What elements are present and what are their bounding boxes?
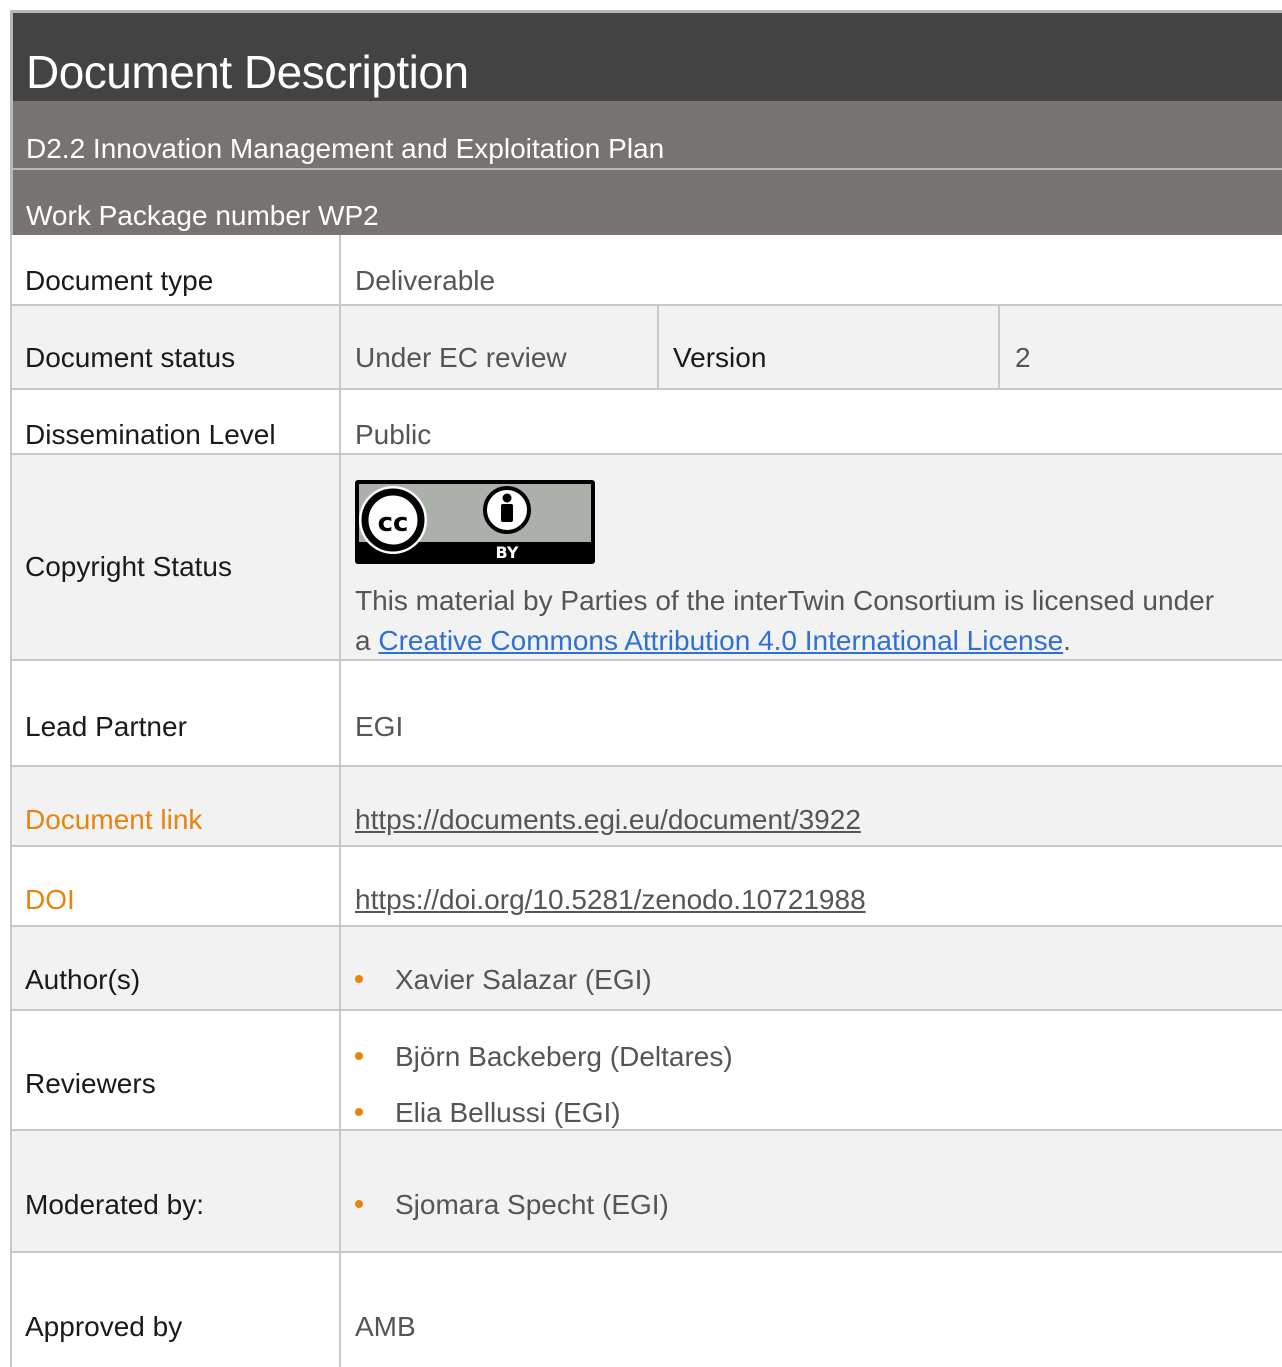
lead-partner-label: Lead Partner xyxy=(25,711,187,742)
document-type-label: Document type xyxy=(25,265,214,296)
cc-by-license-badge[interactable]: cc BY xyxy=(355,480,595,564)
dissemination-label: Dissemination Level xyxy=(25,419,276,450)
row-lead-partner: Lead Partner EGI xyxy=(10,661,1282,767)
row-authors: Author(s) Xavier Salazar (EGI) xyxy=(10,927,1282,1011)
license-period: . xyxy=(1063,625,1071,656)
document-link-label: Document link xyxy=(25,804,203,835)
row-moderated-by: Moderated by: Sjomara Specht (EGI) xyxy=(10,1131,1282,1253)
moderated-label: Moderated by: xyxy=(25,1189,204,1220)
version-label: Version xyxy=(673,342,767,373)
copyright-text: This material by Parties of the interTwi… xyxy=(355,581,1282,661)
author-item: Xavier Salazar (EGI) xyxy=(355,964,652,996)
dissemination-value: Public xyxy=(355,419,432,450)
page-title: Document Description xyxy=(26,46,469,98)
svg-text:cc: cc xyxy=(378,508,409,538)
license-sentence: This material by Parties of the interTwi… xyxy=(355,585,1215,616)
document-status-value: Under EC review xyxy=(355,342,567,373)
document-type-value: Deliverable xyxy=(355,265,496,296)
document-link-url[interactable]: https://documents.egi.eu/document/3922 xyxy=(355,804,861,836)
table-left-border xyxy=(10,235,12,1367)
author-name: Xavier Salazar (EGI) xyxy=(395,964,652,995)
version-value: 2 xyxy=(1015,342,1031,373)
doi-label: DOI xyxy=(25,884,75,915)
bullet-icon xyxy=(355,1051,363,1060)
document-description: Document Description D2.2 Innovation Man… xyxy=(10,10,1282,1367)
bullet-icon xyxy=(355,1107,363,1116)
cell-divider xyxy=(998,306,1000,390)
row-document-link: Document link https://documents.egi.eu/d… xyxy=(10,767,1282,847)
reviewer-name: Elia Bellussi (EGI) xyxy=(395,1097,621,1128)
moderator-name: Sjomara Specht (EGI) xyxy=(395,1189,669,1220)
work-package-bar: Work Package number WP2 xyxy=(10,168,1282,235)
document-status-label: Document status xyxy=(25,342,236,373)
copyright-label: Copyright Status xyxy=(25,551,232,582)
reviewers-label: Reviewers xyxy=(25,1068,156,1099)
bullet-icon xyxy=(355,1199,363,1208)
title-bar: Document Description xyxy=(10,10,1282,101)
cc-badge-text: BY xyxy=(496,543,519,562)
row-copyright-status: Copyright Status This material by Partie… xyxy=(10,455,1282,661)
cell-divider xyxy=(657,306,659,390)
reviewer-item: Elia Bellussi (EGI) xyxy=(355,1097,621,1129)
row-reviewers: Reviewers Björn Backeberg (Deltares) Eli… xyxy=(10,1011,1282,1131)
lead-partner-value: EGI xyxy=(355,711,404,742)
bullet-icon xyxy=(355,974,363,983)
cc-by-logo-icon: cc BY xyxy=(357,482,593,562)
row-document-status: Document status Under EC review Version … xyxy=(10,306,1282,390)
authors-label: Author(s) xyxy=(25,964,141,995)
deliverable-title: D2.2 Innovation Management and Exploitat… xyxy=(26,133,665,164)
row-doi: DOI https://doi.org/10.5281/zenodo.10721… xyxy=(10,847,1282,927)
deliverable-bar: D2.2 Innovation Management and Exploitat… xyxy=(10,101,1282,168)
cc-license-link[interactable]: Creative Commons Attribution 4.0 Interna… xyxy=(378,625,1063,656)
work-package-label: Work Package number WP2 xyxy=(26,200,379,231)
reviewer-item: Björn Backeberg (Deltares) xyxy=(355,1041,733,1073)
row-dissemination-level: Dissemination Level Public xyxy=(10,390,1282,455)
row-approved-by: Approved by AMB xyxy=(10,1253,1282,1367)
row-document-type: Document type Deliverable xyxy=(10,235,1282,306)
approved-value: AMB xyxy=(355,1311,416,1342)
reviewer-name: Björn Backeberg (Deltares) xyxy=(395,1041,733,1072)
column-divider xyxy=(339,235,341,1367)
doi-url[interactable]: https://doi.org/10.5281/zenodo.10721988 xyxy=(355,884,866,916)
moderator-item: Sjomara Specht (EGI) xyxy=(355,1189,669,1221)
approved-label: Approved by xyxy=(25,1311,183,1342)
license-a: a xyxy=(355,625,379,656)
